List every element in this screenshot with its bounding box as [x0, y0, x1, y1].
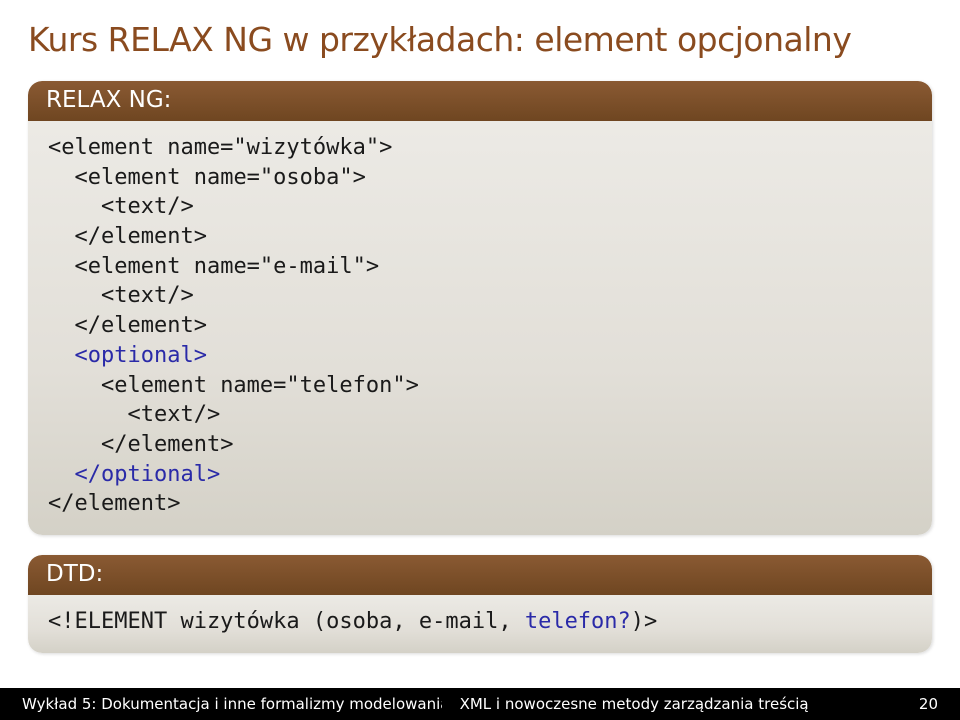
- code-line: </optional>: [48, 460, 912, 490]
- code-line: <text/>: [48, 400, 912, 430]
- dtd-block: DTD: <!ELEMENT wizytówka (osoba, e-mail,…: [28, 555, 932, 653]
- code-line: <text/>: [48, 192, 912, 222]
- dtd-body: <!ELEMENT wizytówka (osoba, e-mail, tele…: [28, 595, 932, 653]
- dtd-header: DTD:: [28, 555, 932, 595]
- code-line: </element>: [48, 222, 912, 252]
- dtd-code: <!ELEMENT wizytówka (osoba, e-mail, tele…: [48, 607, 912, 637]
- footer-left: Wykład 5: Dokumentacja i inne formalizmy…: [0, 695, 442, 713]
- code-line: <!ELEMENT wizytówka (osoba, e-mail, tele…: [48, 607, 912, 637]
- relax-ng-block: RELAX NG: <element name="wizytówka"> <el…: [28, 81, 932, 535]
- code-line: <text/>: [48, 281, 912, 311]
- footer: Wykład 5: Dokumentacja i inne formalizmy…: [0, 688, 960, 720]
- code-keyword: <optional>: [75, 343, 207, 368]
- code-line: </element>: [48, 430, 912, 460]
- code-keyword: telefon?: [525, 609, 631, 634]
- footer-page-number: 20: [910, 695, 960, 713]
- relax-ng-code: <element name="wizytówka"> <element name…: [48, 133, 912, 519]
- code-line: </element>: [48, 311, 912, 341]
- code-line: <element name="e-mail">: [48, 252, 912, 282]
- footer-right: XML i nowoczesne metody zarządzania treś…: [442, 695, 910, 713]
- code-line: <optional>: [48, 341, 912, 371]
- code-line: </element>: [48, 489, 912, 519]
- relax-ng-body: <element name="wizytówka"> <element name…: [28, 121, 932, 535]
- relax-ng-header: RELAX NG:: [28, 81, 932, 121]
- slide-title: Kurs RELAX NG w przykładach: element opc…: [28, 20, 932, 59]
- code-keyword: </optional>: [75, 462, 221, 487]
- code-line: <element name="telefon">: [48, 371, 912, 401]
- code-line: <element name="wizytówka">: [48, 133, 912, 163]
- code-line: <element name="osoba">: [48, 163, 912, 193]
- slide: Kurs RELAX NG w przykładach: element opc…: [0, 0, 960, 720]
